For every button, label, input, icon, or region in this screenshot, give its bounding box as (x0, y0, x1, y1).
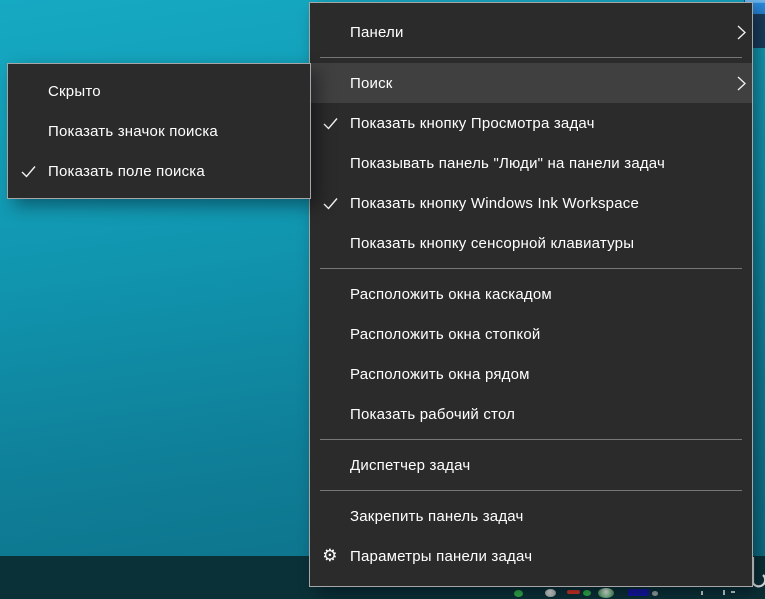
menu-item-label: Скрыто (48, 83, 280, 100)
tray-icon-blue-rect[interactable] (628, 589, 649, 596)
menu-item-taskbar-settings[interactable]: ⚙ Параметры панели задач (310, 536, 752, 576)
menu-item-label: Показывать панель "Люди" на панели задач (350, 155, 722, 172)
submenu-arrow-icon (722, 25, 752, 40)
submenu-item-show-search-box[interactable]: Показать поле поиска (8, 151, 310, 191)
tray-icon-gray-dot[interactable] (652, 591, 658, 596)
menu-item-label: Расположить окна рядом (350, 366, 722, 383)
checkmark-icon (310, 197, 350, 210)
menu-separator (320, 268, 742, 269)
menu-item-label: Показать кнопку сенсорной клавиатуры (350, 235, 722, 252)
menu-item-cascade-windows[interactable]: Расположить окна каскадом (310, 274, 752, 314)
menu-item-task-manager[interactable]: Диспетчер задач (310, 445, 752, 485)
taskbar-context-menu: Панели Поиск Показать кнопку Просмотра з… (309, 2, 753, 587)
menu-item-label: Показать поле поиска (48, 163, 280, 180)
menu-item-show-task-view[interactable]: Показать кнопку Просмотра задач (310, 103, 752, 143)
submenu-arrow-icon (722, 76, 752, 91)
menu-item-show-touch-keyboard[interactable]: Показать кнопку сенсорной клавиатуры (310, 223, 752, 263)
menu-item-label: Показать кнопку Windows Ink Workspace (350, 195, 722, 212)
tray-icon-gray-orb[interactable] (545, 589, 556, 597)
menu-item-lock-taskbar[interactable]: Закрепить панель задач (310, 496, 752, 536)
gear-icon: ⚙ (310, 548, 350, 565)
submenu-item-hidden[interactable]: Скрыто (8, 71, 310, 111)
menu-separator (320, 439, 742, 440)
tray-icon-green-small[interactable] (583, 590, 591, 596)
submenu-item-show-search-icon[interactable]: Показать значок поиска (8, 111, 310, 151)
menu-item-label: Поиск (350, 75, 722, 92)
tray-clock-fragment (731, 591, 735, 593)
checkmark-icon (310, 117, 350, 130)
tray-icon-pale-orb[interactable] (598, 588, 614, 598)
menu-item-label: Показать рабочий стол (350, 406, 722, 423)
menu-item-show-ink-workspace[interactable]: Показать кнопку Windows Ink Workspace (310, 183, 752, 223)
menu-item-show-people[interactable]: Показывать панель "Люди" на панели задач (310, 143, 752, 183)
menu-item-side-by-side-windows[interactable]: Расположить окна рядом (310, 354, 752, 394)
menu-item-search[interactable]: Поиск (310, 63, 752, 103)
background-window-fragment (752, 14, 765, 48)
menu-item-label: Показать кнопку Просмотра задач (350, 115, 722, 132)
menu-separator (320, 490, 742, 491)
tray-icon-green[interactable] (514, 590, 523, 597)
menu-item-show-desktop[interactable]: Показать рабочий стол (310, 394, 752, 434)
screen: Панели Поиск Показать кнопку Просмотра з… (0, 0, 765, 599)
search-submenu: Скрыто Показать значок поиска Показать п… (7, 63, 311, 199)
menu-separator (320, 57, 742, 58)
checkmark-icon (8, 165, 48, 178)
menu-item-label: Диспетчер задач (350, 457, 722, 474)
menu-item-label: Расположить окна каскадом (350, 286, 722, 303)
menu-item-label: Закрепить панель задач (350, 508, 722, 525)
menu-item-label: Параметры панели задач (350, 548, 722, 565)
menu-item-toolbars[interactable]: Панели (310, 12, 752, 52)
tray-clock-fragment (701, 591, 703, 595)
menu-item-stack-windows[interactable]: Расположить окна стопкой (310, 314, 752, 354)
tray-clock-fragment (723, 590, 725, 595)
menu-item-label: Расположить окна стопкой (350, 326, 722, 343)
tray-icon-red[interactable] (567, 590, 580, 594)
menu-item-label: Панели (350, 24, 722, 41)
menu-item-label: Показать значок поиска (48, 123, 280, 140)
